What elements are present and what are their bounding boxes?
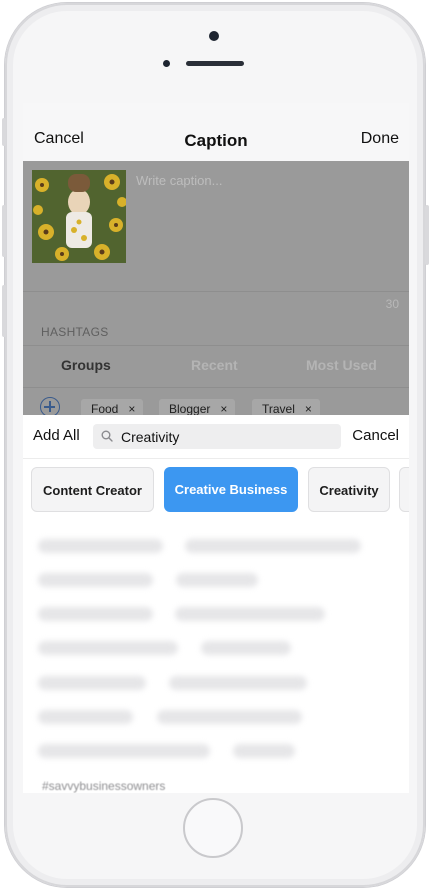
hashtag-item[interactable] xyxy=(38,573,153,587)
tag-chip-label: Food xyxy=(91,402,119,416)
search-icon xyxy=(101,430,113,442)
close-icon[interactable]: × xyxy=(220,402,227,416)
hashtag-item[interactable] xyxy=(38,641,178,655)
hashtag-item[interactable] xyxy=(175,607,325,621)
nav-done-button[interactable]: Done xyxy=(361,130,399,148)
character-count: 30 xyxy=(385,297,399,311)
group-creativity[interactable]: Creativity xyxy=(308,467,390,512)
volume-down-button xyxy=(2,285,6,337)
search-cancel-button[interactable]: Cancel xyxy=(352,427,399,444)
caption-composer: Write caption... 30 HASHTAGS Groups Rece… xyxy=(23,161,409,419)
search-input[interactable]: Creativity xyxy=(93,424,341,449)
app-screen: Cancel Caption Done Write caption... 30 … xyxy=(23,103,409,793)
nav-bar: Cancel Caption Done xyxy=(23,103,409,161)
tag-chip-label: Blogger xyxy=(169,402,211,416)
hashtag-item[interactable]: #savvybusinessowners xyxy=(42,779,165,793)
group-partial[interactable] xyxy=(399,467,409,512)
close-icon[interactable]: × xyxy=(305,402,312,416)
post-thumbnail-image xyxy=(32,170,126,263)
group-creative-business[interactable]: Creative Business xyxy=(164,467,298,512)
post-thumbnail xyxy=(32,170,126,263)
add-all-button[interactable]: Add All xyxy=(33,427,80,444)
hashtags-section-label: HASHTAGS xyxy=(41,325,109,339)
close-icon[interactable]: × xyxy=(128,402,135,416)
hashtag-item[interactable] xyxy=(201,641,291,655)
search-bar: Add All Creativity Cancel xyxy=(23,415,409,459)
group-content-creator[interactable]: Content Creator xyxy=(31,467,154,512)
mute-switch xyxy=(2,118,6,146)
earpiece-speaker xyxy=(186,61,244,66)
divider xyxy=(23,387,409,388)
divider xyxy=(23,291,409,292)
hashtag-item[interactable] xyxy=(38,744,210,758)
power-button xyxy=(425,205,429,265)
home-button[interactable] xyxy=(183,798,243,858)
tab-groups[interactable]: Groups xyxy=(61,357,111,373)
hashtag-item[interactable] xyxy=(169,676,307,690)
hashtag-item[interactable] xyxy=(185,539,361,553)
hashtag-item[interactable] xyxy=(38,607,153,621)
volume-up-button xyxy=(2,205,6,257)
front-camera xyxy=(209,31,219,41)
hashtag-item[interactable] xyxy=(38,539,163,553)
caption-input[interactable]: Write caption... xyxy=(136,173,222,188)
hashtag-item[interactable] xyxy=(157,710,302,724)
hashtag-item[interactable] xyxy=(233,744,295,758)
search-query: Creativity xyxy=(121,429,180,445)
hashtag-item[interactable] xyxy=(38,710,133,724)
hashtag-item[interactable] xyxy=(176,573,258,587)
proximity-sensor xyxy=(163,60,170,67)
hashtag-item[interactable] xyxy=(38,676,146,690)
divider xyxy=(23,458,409,459)
tag-chip-label: Travel xyxy=(262,402,295,416)
divider xyxy=(23,345,409,346)
add-hashtag-icon[interactable] xyxy=(40,397,60,417)
tab-recent[interactable]: Recent xyxy=(191,357,238,373)
page-title: Caption xyxy=(184,131,248,150)
tab-most-used[interactable]: Most Used xyxy=(306,357,377,373)
